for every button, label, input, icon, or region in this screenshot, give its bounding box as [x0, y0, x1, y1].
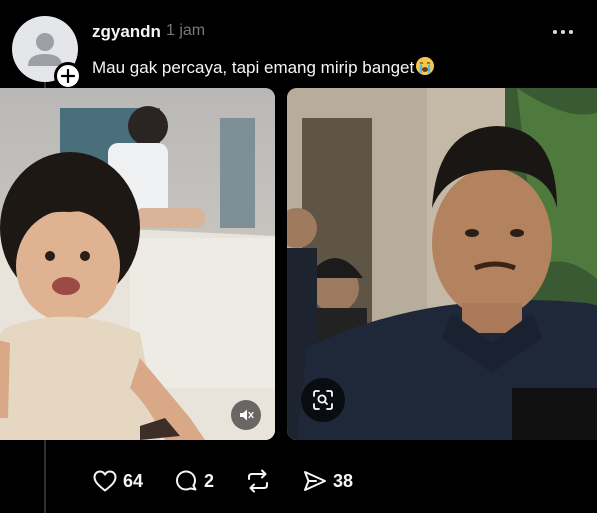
- loudly-crying-face-icon: [416, 57, 435, 75]
- send-icon: [304, 471, 327, 491]
- threads-post: zgyandn 1 jam Mau gak percaya, tapi eman…: [0, 0, 597, 513]
- more-dot-icon: [561, 30, 565, 34]
- caption-text: Mau gak percaya, tapi emang mirip banget: [92, 58, 415, 77]
- follow-button[interactable]: [54, 62, 82, 90]
- like-button[interactable]: 64: [92, 469, 143, 493]
- media-video[interactable]: [0, 88, 275, 440]
- comment-icon: [176, 470, 197, 491]
- more-dot-icon: [569, 30, 573, 34]
- repost-button[interactable]: [244, 468, 272, 494]
- share-count: 38: [333, 470, 354, 491]
- post-caption: Mau gak percaya, tapi emang mirip banget: [92, 56, 435, 78]
- heart-icon: [93, 470, 117, 492]
- thread-line-bottom: [44, 440, 46, 513]
- reply-button[interactable]: 2: [173, 468, 214, 494]
- mute-icon: [240, 409, 254, 421]
- repost-icon: [248, 469, 269, 493]
- visual-search-icon: [313, 390, 333, 410]
- toddler-photo: [0, 88, 275, 440]
- share-button[interactable]: 38: [302, 469, 353, 493]
- more-options-button[interactable]: [553, 30, 573, 34]
- reply-count: 2: [204, 470, 215, 491]
- visual-search-button[interactable]: [301, 378, 345, 422]
- more-dot-icon: [553, 30, 557, 34]
- media-photo[interactable]: [287, 88, 597, 440]
- like-count: 64: [123, 470, 144, 491]
- username[interactable]: zgyandn: [92, 22, 161, 42]
- post-time: 1 jam: [166, 22, 206, 39]
- action-bar: 64 2 38: [92, 465, 383, 497]
- mute-button[interactable]: [231, 400, 261, 430]
- plus-icon: [61, 69, 75, 83]
